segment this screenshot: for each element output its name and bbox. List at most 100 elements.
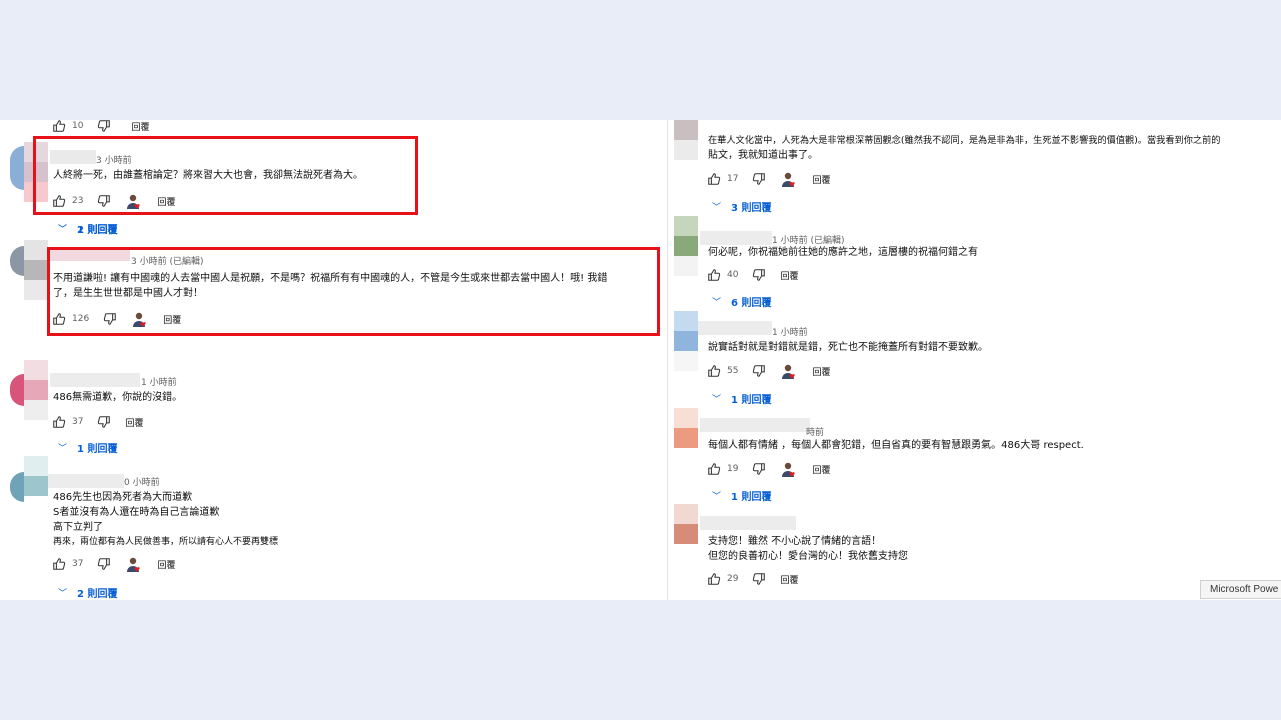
- like-count: 40: [727, 270, 739, 280]
- comment-actions: 29 回覆: [707, 569, 798, 589]
- like-icon[interactable]: [52, 415, 66, 429]
- comment-time: 時前: [806, 428, 825, 438]
- comment-line: 再來，兩位都有為人民做善事，所以請有心人不要再雙標: [53, 537, 279, 547]
- like-icon[interactable]: [707, 462, 721, 476]
- comment-actions: 55 回覆: [707, 361, 830, 381]
- comment-text: 在華人文化當中，人死為大是非常根深蒂固觀念(雖然我不認同，是為是非為非，生死並不…: [708, 133, 1220, 163]
- reply-button[interactable]: 回覆: [812, 365, 830, 378]
- like-count: 37: [72, 559, 84, 569]
- username-blurred: [700, 231, 772, 245]
- comment-text: 支持您！雖然 不小心說了情緒的言語！ 但您的良善初心！愛台灣的心！我依舊支持您: [708, 534, 908, 564]
- creator-heart-icon: [125, 556, 141, 572]
- chevron-down-icon: ﹀: [712, 203, 722, 213]
- chevron-down-icon: ﹀: [712, 298, 722, 308]
- like-count: 37: [72, 417, 84, 427]
- comment-line: 但您的良善初心！愛台灣的心！我依舊支持您: [708, 551, 908, 562]
- username-blurred: [700, 516, 796, 530]
- dislike-icon[interactable]: [752, 268, 766, 282]
- like-count: 10: [72, 121, 84, 131]
- reply-button[interactable]: 回覆: [780, 573, 798, 586]
- avatar-blur: [24, 360, 48, 420]
- comment-actions: 17 回覆: [707, 169, 830, 189]
- avatar-blur: [674, 504, 698, 564]
- comment-time: 0 小時前: [124, 478, 160, 488]
- avatar-blur: [24, 240, 48, 300]
- comment-line: 說實話對就是對錯就是錯，死亡也不能掩蓋所有對錯不要致歉。: [708, 342, 988, 353]
- comment-text: 486先生也因為死者為大而道歉 S者並沒有為人還在時為自己言論道歉 高下立判了 …: [53, 490, 278, 550]
- comment-text: 何必呢，你祝福她前往她的應許之地，這層樓的祝福何錯之有: [708, 245, 978, 260]
- avatar: [10, 472, 24, 532]
- avatar-blur: [674, 216, 698, 276]
- view-replies-link[interactable]: ﹀ 1 則回覆: [58, 440, 117, 455]
- right-comment-screenshot: 在華人文化當中，人死為大是非常根深蒂固觀念(雖然我不認同，是為是非為非，生死並不…: [667, 120, 1281, 600]
- dislike-icon[interactable]: [752, 572, 766, 586]
- username-blurred: [698, 321, 772, 335]
- view-replies-link[interactable]: ﹀ 2 則回覆: [58, 585, 117, 600]
- comment-text: 說實話對就是對錯就是錯，死亡也不能掩蓋所有對錯不要致歉。: [708, 340, 988, 355]
- like-icon[interactable]: [707, 172, 721, 186]
- reply-button[interactable]: 回覆: [812, 173, 830, 186]
- dislike-icon[interactable]: [97, 415, 111, 429]
- reply-button[interactable]: 回覆: [125, 416, 143, 429]
- avatar-blur: [24, 456, 48, 516]
- view-replies-link[interactable]: ﹀ 1 則回覆: [712, 391, 771, 406]
- avatar-blur: [674, 311, 698, 371]
- chevron-down-icon: ﹀: [58, 589, 68, 599]
- comment-line: 高下立判了: [53, 522, 103, 533]
- view-replies-link[interactable]: ﹀ 3 則回覆: [712, 199, 771, 214]
- username-blurred: [48, 474, 124, 488]
- comment-line: 486無需道歉，你說的沒錯。: [53, 392, 183, 403]
- comment-text: 486無需道歉，你說的沒錯。: [53, 390, 182, 405]
- like-icon[interactable]: [707, 364, 721, 378]
- microsoft-powerpoint-label: Microsoft Powe: [1200, 580, 1281, 599]
- comment-actions: 19 回覆: [707, 459, 830, 479]
- avatar: [10, 146, 24, 206]
- comment-line: 何必呢，你祝福她前往她的應許之地，這層樓的祝福何錯之有: [708, 247, 978, 258]
- chevron-down-icon: ﹀: [712, 395, 722, 405]
- comment-actions: 37 回覆: [52, 412, 143, 432]
- like-count: 55: [727, 366, 739, 376]
- like-icon[interactable]: [52, 120, 66, 133]
- comment-line: 486先生也因為死者為大而道歉: [53, 492, 193, 503]
- avatar: [10, 374, 24, 434]
- comment-line: 在華人文化當中，人死為大是非常根深蒂固觀念(雖然我不認同，是為是非為非，生死並不…: [708, 135, 1221, 146]
- dislike-icon[interactable]: [752, 462, 766, 476]
- view-replies-link[interactable]: ﹀ 1 則回覆: [58, 221, 117, 236]
- like-icon[interactable]: [707, 268, 721, 282]
- top-partial-actions: 10 回覆: [52, 120, 149, 136]
- comment-time: 1 小時前: [772, 328, 808, 338]
- chevron-down-icon: ﹀: [58, 225, 68, 235]
- reply-button[interactable]: 回覆: [780, 269, 798, 282]
- username-blurred: [50, 373, 140, 387]
- comment-line: S者並沒有為人還在時為自己言論道歉: [53, 507, 220, 518]
- chevron-down-icon: ﹀: [712, 492, 722, 502]
- chevron-down-icon: ﹀: [58, 444, 68, 454]
- dislike-icon[interactable]: [752, 172, 766, 186]
- avatar: [10, 246, 24, 306]
- like-count: 29: [727, 574, 739, 584]
- comment-actions: 37 回覆: [52, 554, 175, 574]
- reply-button[interactable]: 回覆: [131, 120, 149, 133]
- avatar-blur: [674, 408, 698, 468]
- username-blurred: [700, 418, 810, 432]
- comment-line: 支持您！雖然 不小心說了情緒的言語！: [708, 536, 882, 547]
- avatar-blur: [674, 120, 698, 180]
- reply-button[interactable]: 回覆: [157, 558, 175, 571]
- dislike-icon[interactable]: [752, 364, 766, 378]
- like-icon[interactable]: [707, 572, 721, 586]
- view-replies-link[interactable]: ﹀ 1 則回覆: [712, 488, 771, 503]
- comment-time: 1 小時前: [141, 378, 177, 388]
- view-replies-link[interactable]: ﹀ 6 則回覆: [712, 294, 771, 309]
- highlight-box: [33, 136, 418, 215]
- comment-line: 每個人都有情緒 ，每個人都會犯錯，但自省真的要有智慧跟勇氣。486大哥 resp…: [708, 440, 1084, 451]
- like-count: 17: [727, 174, 739, 184]
- dislike-icon[interactable]: [97, 120, 111, 133]
- highlight-box: [47, 247, 660, 336]
- like-icon[interactable]: [52, 557, 66, 571]
- dislike-icon[interactable]: [97, 557, 111, 571]
- comment-line: 貼文，我就知道出事了。: [708, 150, 818, 161]
- comment-actions: 40 回覆: [707, 265, 798, 285]
- creator-heart-icon: [780, 171, 796, 187]
- creator-heart-icon: [780, 363, 796, 379]
- reply-button[interactable]: 回覆: [812, 463, 830, 476]
